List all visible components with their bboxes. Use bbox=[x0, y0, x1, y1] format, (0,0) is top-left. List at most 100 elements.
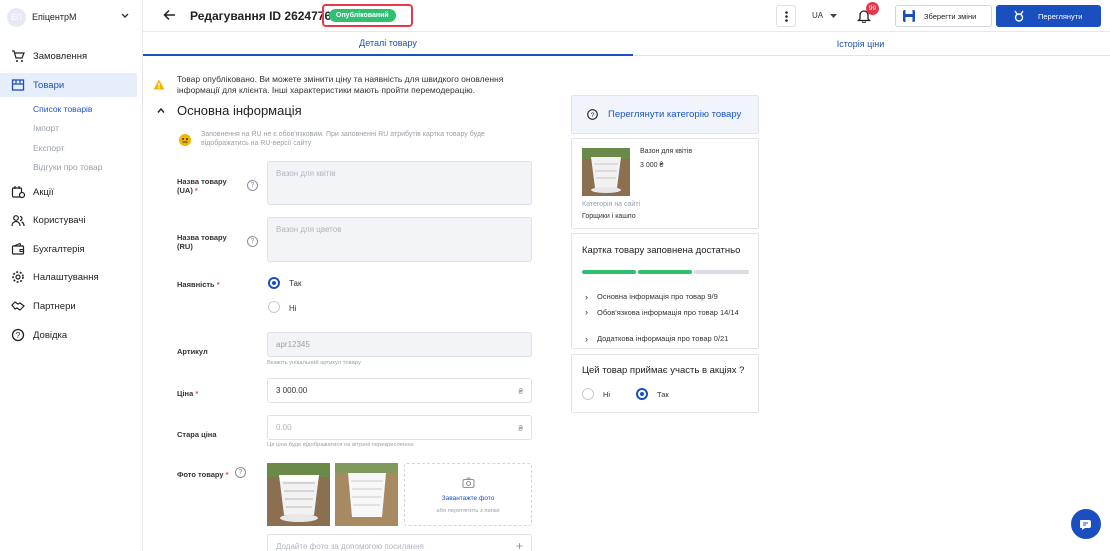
promo-participation-card: Цей товар приймає участь в акціях ? bbox=[571, 354, 759, 413]
photo-thumbnail bbox=[267, 463, 330, 526]
add-photo-url-icon[interactable]: + bbox=[516, 539, 523, 551]
chevron-up-icon[interactable] bbox=[157, 108, 165, 113]
product-photo-2[interactable] bbox=[335, 463, 398, 526]
chevron-right-icon: › bbox=[585, 292, 588, 302]
progress-segment-1 bbox=[582, 270, 636, 274]
promo-no-radio[interactable] bbox=[582, 388, 594, 400]
sku-field[interactable]: apr12345 bbox=[267, 332, 532, 357]
availability-no-label: Ні bbox=[289, 304, 297, 313]
promo-icon bbox=[11, 186, 25, 199]
sidebar: ЕП ЕпіцентрМ Замовлення Товари Список то… bbox=[0, 0, 143, 551]
subnav-import[interactable]: Імпорт bbox=[33, 123, 59, 133]
sidebar-item-label: Акції bbox=[33, 186, 54, 198]
sidebar-item-label: Замовлення bbox=[33, 50, 88, 62]
sidebar-item-promotions[interactable]: Акції bbox=[0, 180, 137, 204]
more-menu-button[interactable] bbox=[776, 5, 796, 27]
ru-note: Заповнення на RU не є обов'язковим. При … bbox=[201, 131, 485, 147]
name-ua-field[interactable]: Вазон для квітів bbox=[267, 161, 532, 205]
back-arrow-icon[interactable] bbox=[163, 9, 176, 21]
help-icon[interactable]: ? bbox=[235, 467, 246, 478]
chevron-right-icon: › bbox=[585, 334, 588, 344]
help-icon: ? bbox=[11, 328, 25, 342]
language-select[interactable]: UA bbox=[812, 11, 823, 20]
gear-icon bbox=[12, 271, 24, 283]
old-price-label: Стара ціна bbox=[177, 430, 217, 439]
company-name: ЕпіцентрМ bbox=[32, 12, 77, 22]
chevron-down-icon bbox=[121, 13, 129, 18]
save-icon bbox=[903, 10, 915, 22]
sidebar-item-label: Бухгалтерія bbox=[33, 243, 85, 255]
camera-icon bbox=[462, 477, 475, 488]
promo-no-label: Ні bbox=[603, 390, 611, 399]
category-link[interactable]: Переглянути категорію товару bbox=[608, 109, 741, 120]
tab-bar: Деталі товару Історія ціни bbox=[143, 32, 1110, 56]
help-icon[interactable]: ? bbox=[247, 180, 258, 191]
company-avatar: ЕП bbox=[7, 7, 26, 27]
sidebar-item-help[interactable]: ? Довідка bbox=[0, 323, 137, 347]
wallet-icon bbox=[11, 242, 25, 255]
sidebar-item-label: Користувачі bbox=[33, 214, 86, 226]
price-label: Ціна * bbox=[177, 389, 199, 398]
photo-thumbnail bbox=[335, 463, 398, 526]
photo-upload-dropzone[interactable]: Завантажте фото або перетягніть з папки bbox=[404, 463, 532, 526]
sidebar-item-accounting[interactable]: Бухгалтерія bbox=[0, 237, 137, 261]
price-value: 3 000.00 bbox=[276, 386, 308, 395]
completeness-card: Картка товару заповнена достатньо bbox=[571, 233, 759, 349]
checklist-item[interactable]: › Обов'язкова інформація про товар 14/14 bbox=[585, 308, 750, 318]
checklist-item[interactable]: › Додаткова інформація про товар 0/21 bbox=[585, 334, 728, 344]
sidebar-item-label: Налаштування bbox=[33, 271, 99, 283]
preview-thumbnail bbox=[582, 148, 630, 196]
availability-yes-label: Так bbox=[289, 279, 302, 288]
sidebar-item-users[interactable]: Користувачі bbox=[0, 208, 137, 232]
old-price-field[interactable]: 0.00 ₴ bbox=[267, 415, 532, 440]
price-field[interactable]: 3 000.00 ₴ bbox=[267, 378, 532, 403]
availability-no-radio[interactable] bbox=[268, 301, 280, 313]
help-icon[interactable]: ? bbox=[247, 236, 258, 247]
availability-yes-radio[interactable] bbox=[268, 277, 280, 289]
sidebar-item-orders[interactable]: Замовлення bbox=[0, 44, 137, 68]
svg-text:?: ? bbox=[16, 331, 21, 340]
tab-price-history[interactable]: Історія ціни bbox=[633, 32, 1088, 56]
name-ru-field[interactable]: Вазон для цветов bbox=[267, 217, 532, 262]
sidebar-item-partners[interactable]: Партнери bbox=[0, 294, 137, 318]
product-photo-1[interactable] bbox=[267, 463, 330, 526]
view-button[interactable]: Переглянути bbox=[996, 5, 1101, 27]
support-chat-button[interactable] bbox=[1071, 509, 1101, 539]
promo-question: Цей товар приймає участь в акціях ? bbox=[582, 365, 745, 376]
sidebar-item-products[interactable]: Товари bbox=[0, 73, 137, 97]
promo-yes-label: Так bbox=[657, 390, 669, 399]
sidebar-item-label: Довідка bbox=[33, 329, 68, 341]
save-button-label: Зберегти зміни bbox=[924, 11, 977, 21]
preview-icon bbox=[1014, 10, 1024, 22]
caret-down-icon bbox=[830, 14, 837, 18]
promo-yes-radio[interactable] bbox=[636, 388, 648, 400]
upload-photo-sub: або перетягніть з папки bbox=[436, 508, 500, 514]
progress-segment-3 bbox=[694, 270, 749, 274]
category-value: Горщики і кашпо bbox=[582, 213, 636, 220]
sidebar-item-settings[interactable]: Налаштування bbox=[0, 265, 137, 289]
handshake-icon bbox=[11, 301, 25, 311]
photo-url-field[interactable]: Додайте фото за допомогою посилання + bbox=[267, 534, 532, 551]
old-price-hint: Ця ціна буде відображатися на вітрині пе… bbox=[267, 442, 414, 448]
more-vertical-icon bbox=[784, 10, 788, 22]
view-button-label: Переглянути bbox=[1038, 11, 1083, 21]
progress-segment-2 bbox=[638, 270, 692, 274]
photo-label: Фото товару * bbox=[177, 470, 229, 479]
sidebar-item-label: Товари bbox=[33, 79, 65, 91]
question-circle-icon: ? bbox=[587, 109, 598, 120]
warning-icon bbox=[153, 79, 165, 90]
currency-symbol: ₴ bbox=[518, 424, 523, 433]
page-title: Редагування ID 26247760 bbox=[190, 9, 338, 23]
published-notice: Товар опубліковано. Ви можете змінити ці… bbox=[177, 74, 504, 95]
subnav-export[interactable]: Експорт bbox=[33, 143, 65, 153]
checklist-item[interactable]: › Основна інформація про товар 9/9 bbox=[585, 292, 718, 302]
sku-hint: Вкажіть унікальний артикул товару bbox=[267, 360, 361, 366]
category-link-card[interactable]: ? Переглянути категорію товару bbox=[571, 95, 759, 134]
subnav-reviews[interactable]: Відгуки про товар bbox=[33, 162, 103, 172]
tab-product-details[interactable]: Деталі товару bbox=[143, 32, 633, 56]
product-preview-card: Вазон для квітів 3 000 ₴ Категорія на са… bbox=[571, 138, 759, 229]
company-switcher[interactable]: ЕП ЕпіцентрМ bbox=[7, 7, 137, 27]
subnav-product-list[interactable]: Список товарів bbox=[33, 104, 92, 114]
section-title: Основна інформація bbox=[177, 103, 302, 118]
save-button[interactable]: Зберегти зміни bbox=[895, 5, 992, 27]
